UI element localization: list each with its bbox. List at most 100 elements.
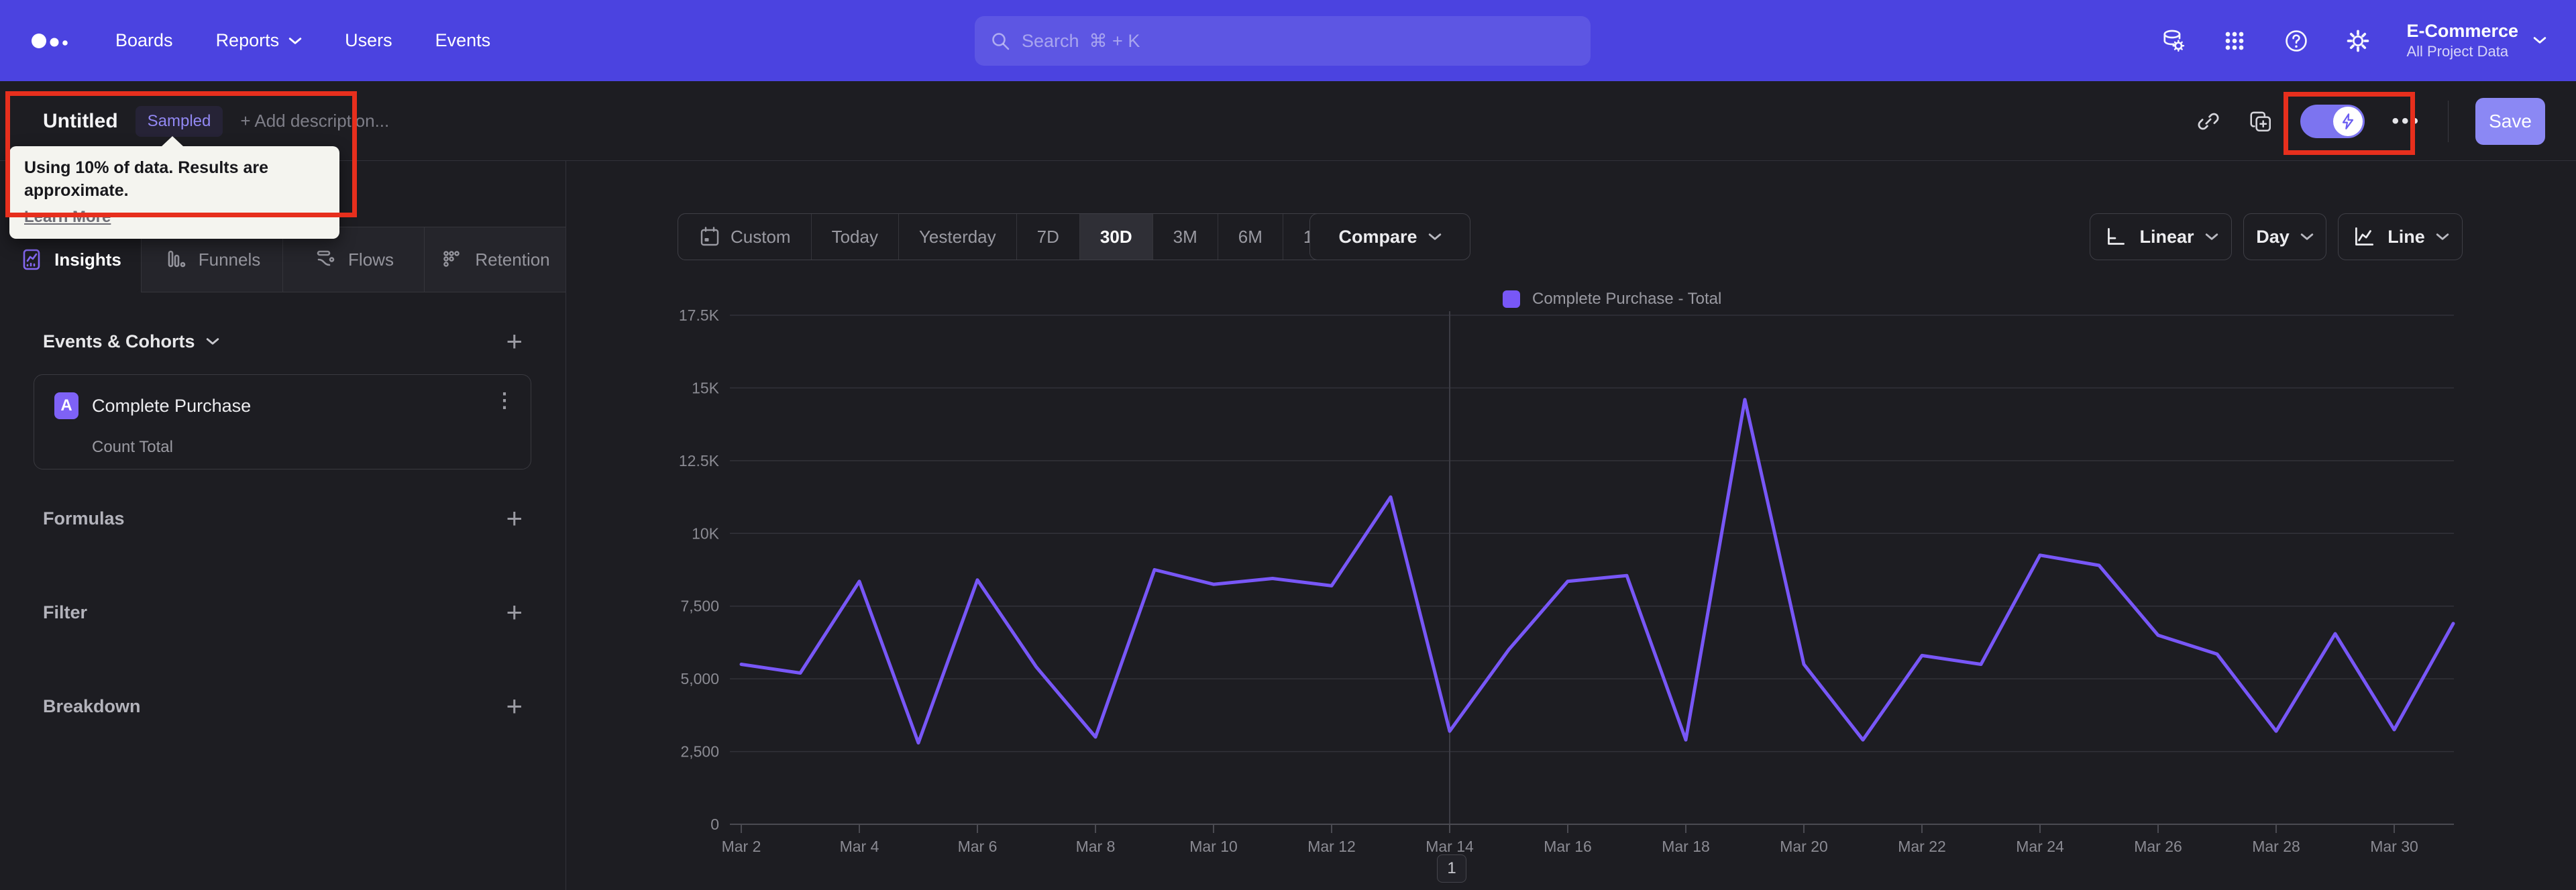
chart-type-dropdown[interactable]: Line xyxy=(2338,213,2463,260)
svg-text:7,500: 7,500 xyxy=(680,598,719,615)
tab-label: Retention xyxy=(475,249,550,270)
nav-item-users[interactable]: Users xyxy=(345,30,392,51)
project-name: E-Commerce xyxy=(2406,21,2518,42)
help-icon[interactable] xyxy=(2283,27,2310,54)
svg-text:Mar 4: Mar 4 xyxy=(840,838,879,855)
sampling-toggle[interactable] xyxy=(2300,104,2365,138)
events-cohorts-header[interactable]: Events & Cohorts xyxy=(43,331,219,352)
apps-grid-icon[interactable] xyxy=(2221,27,2248,54)
interval-label: Day xyxy=(2256,226,2290,247)
report-title[interactable]: Untitled xyxy=(43,110,118,133)
nav-item-reports[interactable]: Reports xyxy=(216,30,303,51)
filter-label: Filter xyxy=(43,602,88,622)
range-custom[interactable]: Custom xyxy=(678,214,811,260)
svg-text:Mar 16: Mar 16 xyxy=(1544,838,1592,855)
svg-text:2,500: 2,500 xyxy=(680,743,719,761)
svg-text:Mar 22: Mar 22 xyxy=(1898,838,1946,855)
event-menu-button[interactable]: ⋮ xyxy=(494,391,515,410)
interval-dropdown[interactable]: Day xyxy=(2243,213,2326,260)
range-3m[interactable]: 3M xyxy=(1152,214,1218,260)
global-search[interactable] xyxy=(975,16,1591,66)
nav-item-events[interactable]: Events xyxy=(435,30,491,51)
tooltip-arrow xyxy=(161,136,184,147)
svg-text:5,000: 5,000 xyxy=(680,670,719,687)
lightning-bolt-icon xyxy=(2343,113,2354,129)
range-7d[interactable]: 7D xyxy=(1016,214,1079,260)
add-filter-button[interactable]: + xyxy=(506,598,523,626)
chevron-down-icon xyxy=(2533,37,2546,44)
sampling-tooltip: Using 10% of data. Results are approxima… xyxy=(9,136,339,239)
chevron-down-icon xyxy=(2436,233,2449,240)
add-description-field[interactable]: + Add description... xyxy=(240,111,389,131)
tab-label: Funnels xyxy=(198,249,261,270)
events-cohorts-header-row: Events & Cohorts + xyxy=(43,327,523,355)
breakdown-row: Breakdown + xyxy=(43,692,523,720)
formulas-row: Formulas + xyxy=(43,504,523,533)
logo-dots xyxy=(32,33,68,48)
legend-label: Complete Purchase - Total xyxy=(1532,290,1722,308)
search-input[interactable] xyxy=(1022,30,1576,52)
nav-item-label: Reports xyxy=(215,30,280,50)
learn-more-link[interactable]: Learn More xyxy=(24,208,111,227)
search-icon xyxy=(992,33,1010,50)
chevron-down-icon xyxy=(1428,233,1441,240)
tab-retention[interactable]: Retention xyxy=(424,227,566,292)
svg-text:Mar 8: Mar 8 xyxy=(1076,838,1116,855)
project-selector[interactable]: E-Commerce All Project Data xyxy=(2406,20,2546,60)
range-today[interactable]: Today xyxy=(810,214,898,260)
compare-button[interactable]: Compare xyxy=(1309,213,1470,260)
toggle-knob xyxy=(2333,106,2363,136)
event-name: Complete Purchase xyxy=(92,395,252,416)
range-label: 3M xyxy=(1173,226,1197,247)
event-letter-badge: A xyxy=(54,392,78,419)
chevron-down-icon xyxy=(2205,233,2218,240)
flows-icon xyxy=(317,250,335,266)
add-breakdown-button[interactable]: + xyxy=(506,692,523,720)
nav-item-label: Boards xyxy=(115,30,173,50)
compare-label: Compare xyxy=(1338,226,1417,247)
range-label: Yesterday xyxy=(918,226,996,247)
chart-legend[interactable]: Complete Purchase - Total xyxy=(1503,290,1721,309)
event-metric[interactable]: Count Total xyxy=(92,438,173,457)
svg-text:Mar 14: Mar 14 xyxy=(1426,838,1474,855)
add-formula-button[interactable]: + xyxy=(506,504,523,533)
mixpanel-logo-icon[interactable] xyxy=(30,27,72,54)
filter-row: Filter + xyxy=(43,598,523,626)
sampled-badge[interactable]: Sampled xyxy=(135,105,223,137)
retention-icon xyxy=(443,251,460,267)
save-button[interactable]: Save xyxy=(2475,97,2545,145)
svg-text:0: 0 xyxy=(710,816,719,833)
svg-text:Mar 2: Mar 2 xyxy=(722,838,761,855)
page-number-button[interactable]: 1 xyxy=(1437,854,1466,883)
svg-text:Mar 30: Mar 30 xyxy=(2370,838,2418,855)
svg-text:Mar 28: Mar 28 xyxy=(2252,838,2300,855)
calendar-icon xyxy=(700,227,719,246)
svg-text:Mar 6: Mar 6 xyxy=(958,838,998,855)
nav-item-label: Events xyxy=(435,30,491,50)
more-options-button[interactable]: ••• xyxy=(2392,110,2421,133)
scale-label: Linear xyxy=(2139,226,2194,247)
range-30d[interactable]: 30D xyxy=(1079,214,1152,260)
copy-link-icon[interactable] xyxy=(2196,109,2221,134)
scale-dropdown[interactable]: Linear xyxy=(2090,213,2232,260)
add-to-board-icon[interactable] xyxy=(2248,109,2273,134)
nav-item-label: Users xyxy=(345,30,392,50)
range-label: 30D xyxy=(1099,226,1132,247)
event-card[interactable]: A Complete Purchase ⋮ Count Total xyxy=(34,374,531,469)
settings-gear-icon[interactable] xyxy=(2345,27,2371,54)
add-event-button[interactable]: + xyxy=(506,327,523,355)
section-label: Events & Cohorts xyxy=(43,331,195,351)
data-management-icon[interactable] xyxy=(2159,27,2186,54)
range-yesterday[interactable]: Yesterday xyxy=(898,214,1016,260)
svg-text:Mar 24: Mar 24 xyxy=(2016,838,2064,855)
range-6m[interactable]: 6M xyxy=(1217,214,1283,260)
insights-chart-icon xyxy=(23,249,40,270)
line-chart-icon xyxy=(2355,227,2374,245)
range-label: Today xyxy=(831,226,878,247)
nav-item-boards[interactable]: Boards xyxy=(115,30,173,51)
range-label: 7D xyxy=(1036,226,1059,247)
chevron-down-icon xyxy=(288,37,302,44)
svg-text:Mar 26: Mar 26 xyxy=(2134,838,2182,855)
svg-text:Mar 10: Mar 10 xyxy=(1189,838,1238,855)
svg-text:10K: 10K xyxy=(692,524,720,542)
